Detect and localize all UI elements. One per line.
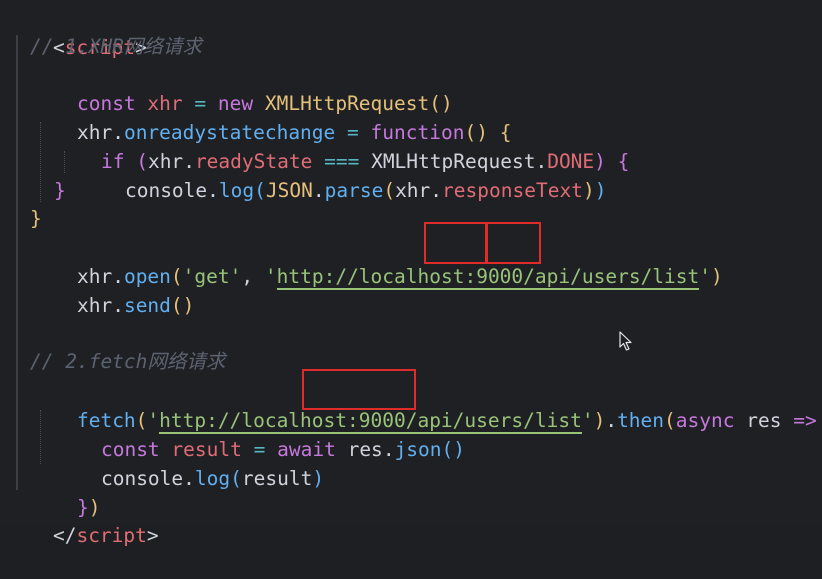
identifier: console (124, 179, 208, 202)
dot: . (605, 409, 618, 432)
dot: . (207, 179, 219, 202)
paren: ) (594, 179, 607, 202)
paren: ) (711, 265, 723, 288)
code-line-console-log-result: console.log(result) (54, 435, 324, 490)
function-name: send (123, 294, 171, 317)
identifier: result (241, 467, 313, 490)
paren: ) (582, 179, 595, 202)
function-name: log (194, 467, 231, 490)
tag-name: script (76, 524, 147, 547)
dot: . (112, 294, 124, 317)
highlight-box-api-path (486, 222, 541, 264)
quote: ' (264, 265, 277, 288)
code-line-close-if: } (54, 179, 66, 202)
parens: () (441, 438, 466, 461)
code-line-open-tag: <script> (6, 4, 147, 59)
property: responseText (442, 179, 583, 202)
quote: ' (699, 265, 712, 288)
paren: ( (254, 179, 266, 202)
code-comment-fetch: // 2.fetch网络请求 (30, 350, 226, 373)
tag-bracket: > (146, 524, 159, 547)
code-line-xhr-send: xhr.send() (30, 262, 194, 317)
paren: ( (664, 409, 676, 432)
highlight-box-port-api (302, 369, 416, 410)
code-line-await: const result = await res.json() (54, 406, 465, 461)
tag-bracket: </ (52, 524, 77, 547)
brace: { (617, 150, 630, 173)
code-line-onreadystatechange: xhr.onreadystatechange = function() { (30, 89, 511, 144)
identifier: console (100, 467, 184, 490)
indent-guide (16, 35, 18, 490)
arrow-operator: => (793, 409, 817, 432)
code-line-close-tag: </script> (6, 492, 159, 547)
function-name: then (617, 409, 665, 432)
mouse-pointer-icon (619, 331, 632, 351)
function-name: parse (324, 179, 384, 202)
dot: . (430, 179, 443, 202)
keyword: async (675, 409, 735, 432)
quote: ' (581, 409, 594, 432)
paren: ( (383, 179, 396, 202)
function-name: json (394, 438, 442, 461)
identifier: xhr (76, 294, 113, 317)
highlight-box-port (424, 222, 487, 264)
code-line-xhr-open: xhr.open('get', 'http://localhost:9000/a… (30, 233, 723, 290)
parameter: res (746, 409, 782, 432)
paren: ) (312, 467, 325, 490)
comma: , (241, 265, 254, 288)
code-line-close-function: } (30, 207, 42, 230)
paren: ) (593, 409, 606, 432)
parens: () (170, 294, 195, 317)
paren: ( (230, 467, 242, 490)
code-line-const-xhr: const xhr = new XMLHttpRequest() (30, 60, 453, 115)
dot: . (183, 467, 195, 490)
dot: . (312, 179, 325, 202)
code-line-fetch: fetch('http://localhost:9000/api/users/l… (30, 377, 822, 434)
code-comment-xhr: // 1.XHR网络请求 (30, 35, 202, 58)
code-line-close-fetch: }) (30, 464, 101, 519)
code-editor[interactable]: <script> // 1.XHR网络请求 const xhr = new XM… (0, 0, 822, 547)
code-line-if: if (xhr.readyState === XMLHttpRequest.DO… (54, 118, 629, 173)
identifier: xhr (395, 179, 431, 202)
url-link[interactable]: http://localhost:9000/api/users/list (276, 265, 700, 290)
dot: . (382, 438, 395, 461)
code-line-console-log: console.log(JSON.parse(xhr.responseText)… (78, 147, 606, 202)
function-name: log (218, 179, 255, 202)
identifier: res (347, 438, 383, 461)
class-name: JSON (265, 179, 313, 202)
